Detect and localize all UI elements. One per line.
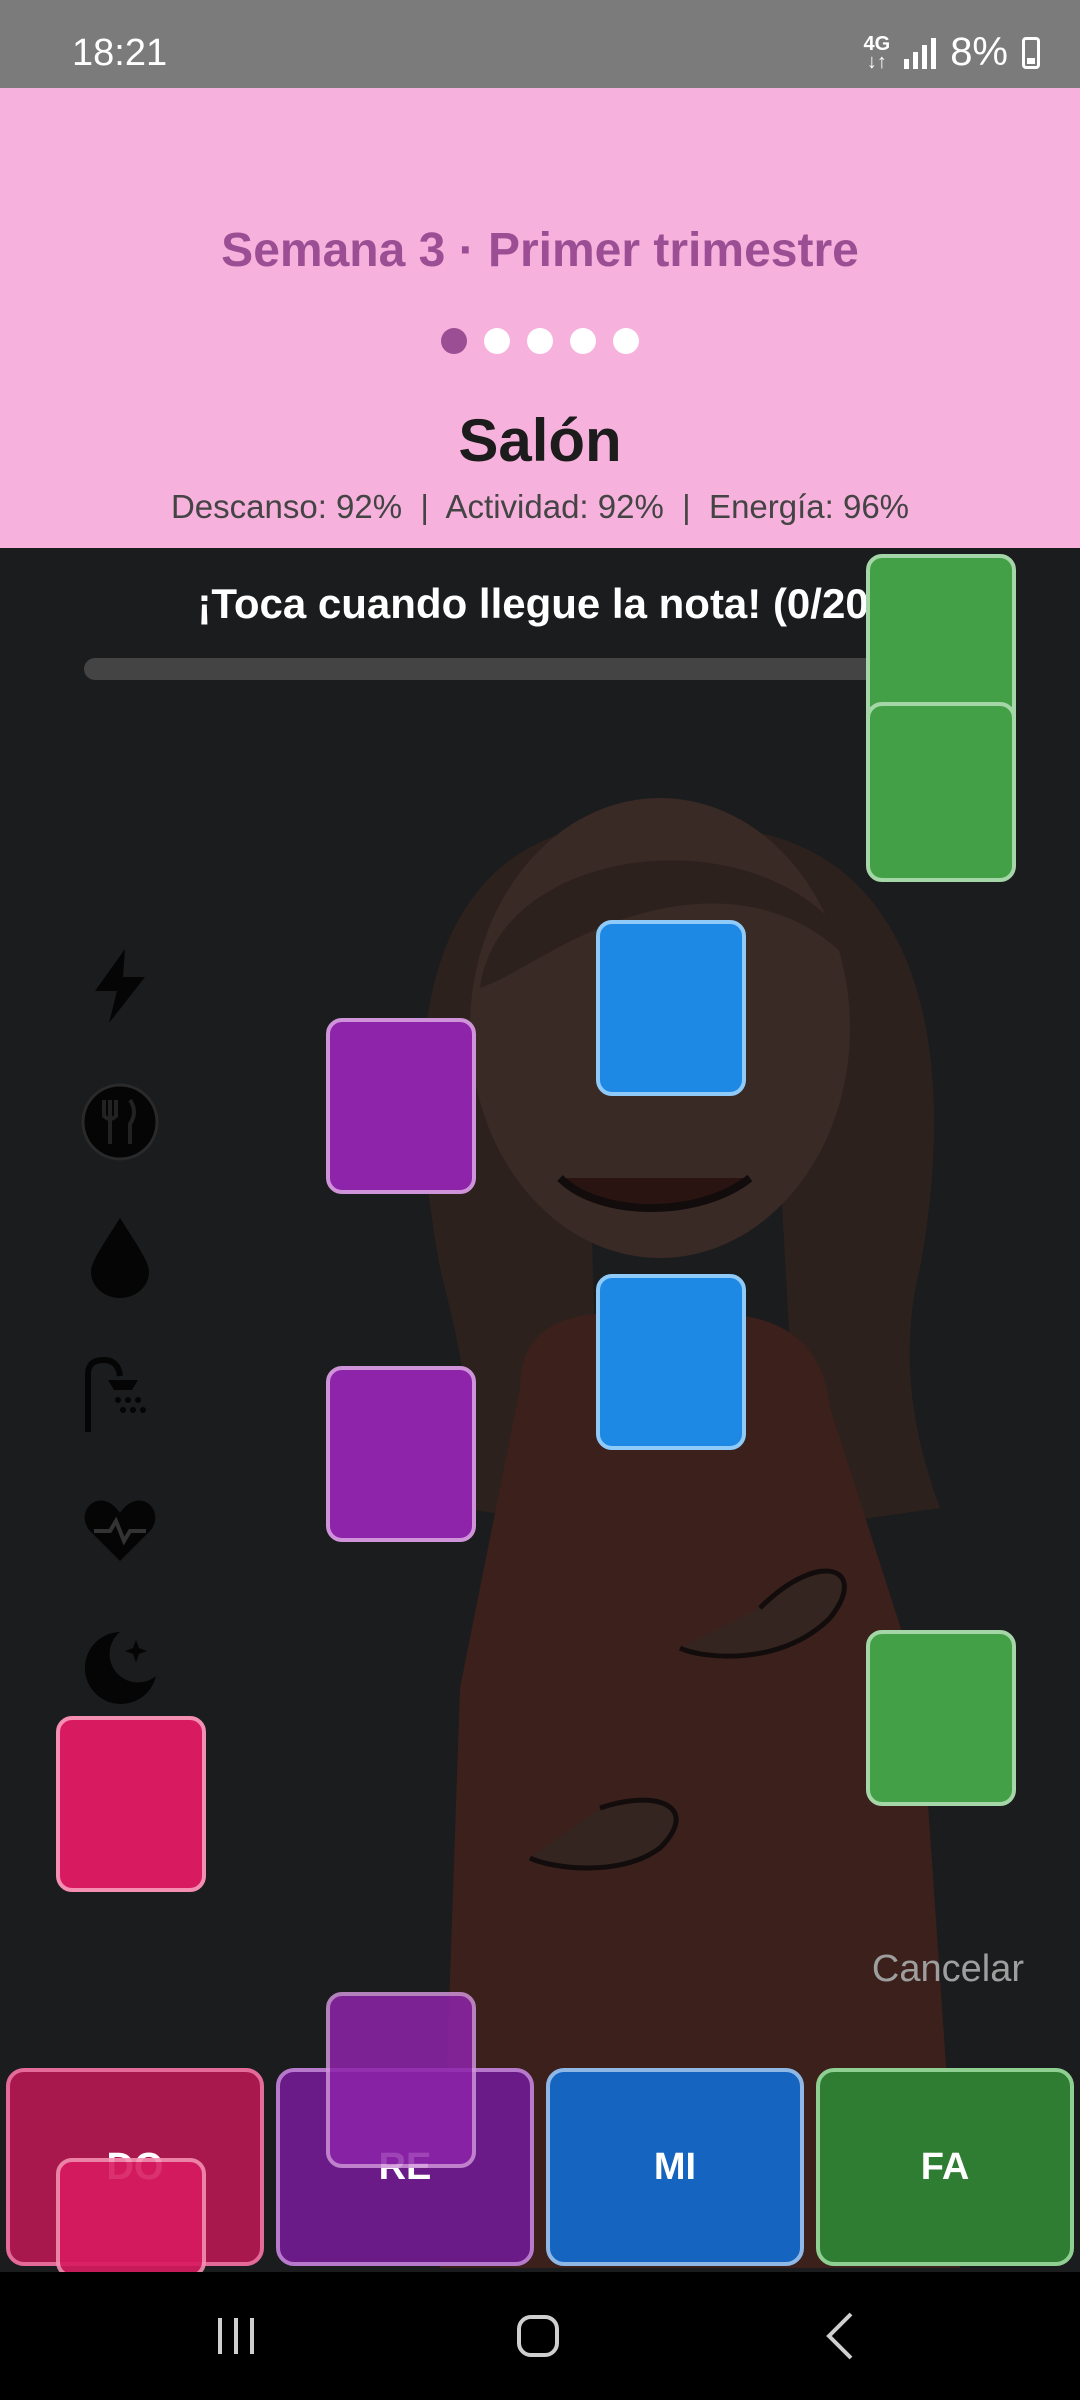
care-icons-column: [75, 918, 165, 1734]
lane-button-fa[interactable]: FA: [816, 2068, 1074, 2266]
system-nav-bar: [0, 2272, 1080, 2400]
back-icon[interactable]: [780, 2272, 900, 2400]
battery-icon: [1022, 36, 1040, 69]
status-bar: 18:21 4G ↓↑ 8%: [0, 0, 1080, 88]
status-icons: 4G ↓↑ 8%: [863, 30, 1040, 75]
water-drop-icon: [75, 1190, 165, 1326]
page-dot[interactable]: [570, 328, 596, 354]
fork-knife-icon: [75, 1054, 165, 1190]
battery-percent: 8%: [950, 30, 1008, 74]
falling-note-re: [326, 1992, 476, 2168]
falling-note-fa: [866, 702, 1016, 882]
room-title: Salón: [458, 407, 622, 474]
week-label: Semana 3 · Primer trimestre: [221, 224, 859, 277]
page-dot[interactable]: [441, 328, 467, 354]
lane-button-mi[interactable]: MI: [546, 2068, 804, 2266]
status-time: 18:21: [72, 32, 168, 74]
signal-icon: [904, 37, 937, 69]
falling-note-mi: [596, 1274, 746, 1450]
page-dot[interactable]: [527, 328, 553, 354]
heart-pulse-icon: [75, 1462, 165, 1598]
falling-note-fa: [866, 1630, 1016, 1806]
falling-note-re: [326, 1018, 476, 1194]
falling-note-re: [326, 1366, 476, 1542]
page-dot[interactable]: [484, 328, 510, 354]
shower-icon: [75, 1326, 165, 1462]
moon-stars-icon: [75, 1598, 165, 1734]
stats-line: Descanso: 92% | Actividad: 92% | Energía…: [170, 488, 910, 525]
rhythm-game-area[interactable]: ¡Toca cuando llegue la nota! (0/20) Canc…: [0, 548, 1080, 2272]
network-label: 4G: [863, 32, 891, 55]
cancel-button[interactable]: Cancelar: [872, 1948, 1024, 1991]
falling-note-do: [56, 2158, 206, 2278]
home-icon[interactable]: [478, 2272, 598, 2400]
lane-buttons: DO RE MI FA: [0, 1992, 1080, 2278]
page-indicator: [0, 328, 1080, 354]
page-dot[interactable]: [613, 328, 639, 354]
lightning-icon: [75, 918, 165, 1054]
header-panel: Semana 3 · Primer trimestre Salón Descan…: [0, 88, 1080, 548]
falling-note-do: [56, 1716, 206, 1892]
song-progress-bar: [84, 658, 996, 680]
network-type-icon: 4G ↓↑: [863, 32, 891, 73]
falling-note-mi: [596, 920, 746, 1096]
recents-icon[interactable]: [176, 2272, 296, 2400]
